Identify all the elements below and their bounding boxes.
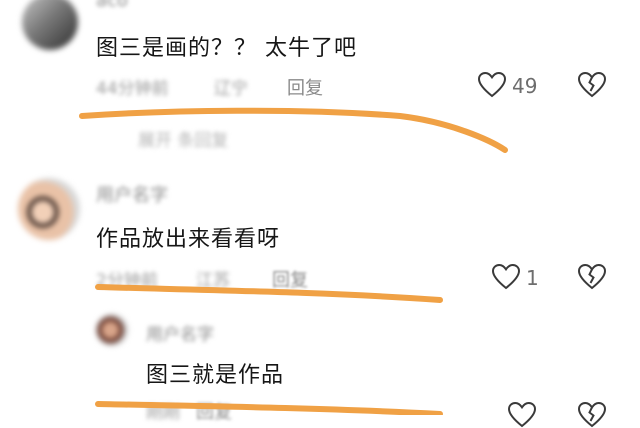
like-count: 49	[512, 74, 538, 98]
avatar[interactable]	[18, 178, 80, 240]
heart-icon[interactable]	[492, 264, 520, 290]
comment-thread-screenshot: { "comments": [ { "username": "aco", "te…	[0, 0, 640, 428]
broken-heart-icon[interactable]	[578, 72, 606, 98]
reply-button[interactable]: 回复	[272, 266, 308, 292]
avatar[interactable]	[22, 0, 78, 50]
comment-time: 刚刚	[146, 403, 180, 423]
username[interactable]: 用户名字	[146, 320, 214, 345]
comment-text: 图三就是作品	[146, 363, 285, 388]
reply-button[interactable]: 回复	[196, 398, 232, 424]
like-count: 1	[526, 266, 539, 290]
comment-text: 作品放出来看看呀	[96, 227, 281, 252]
heart-icon[interactable]	[508, 402, 536, 428]
avatar[interactable]	[96, 314, 128, 346]
comment-location: 江苏	[196, 271, 230, 291]
username[interactable]: 用户名字	[96, 181, 168, 207]
reply-button[interactable]: 回复	[287, 74, 323, 100]
comment-time: 2分钟前	[96, 271, 158, 291]
comment-text: 图三是画的？？ 太牛了吧	[96, 36, 357, 61]
annotation-stroke	[95, 401, 443, 415]
comment-location: 辽宁	[214, 79, 248, 99]
comment-time: 44分钟前	[96, 79, 169, 99]
heart-icon[interactable]	[478, 72, 506, 98]
username[interactable]: aco	[96, 0, 128, 11]
annotation-stroke	[79, 107, 508, 153]
sub-replies-link[interactable]: 展开 条回复	[138, 126, 228, 151]
broken-heart-icon[interactable]	[578, 402, 606, 428]
broken-heart-icon[interactable]	[578, 264, 606, 290]
annotation-stroke	[95, 284, 443, 303]
